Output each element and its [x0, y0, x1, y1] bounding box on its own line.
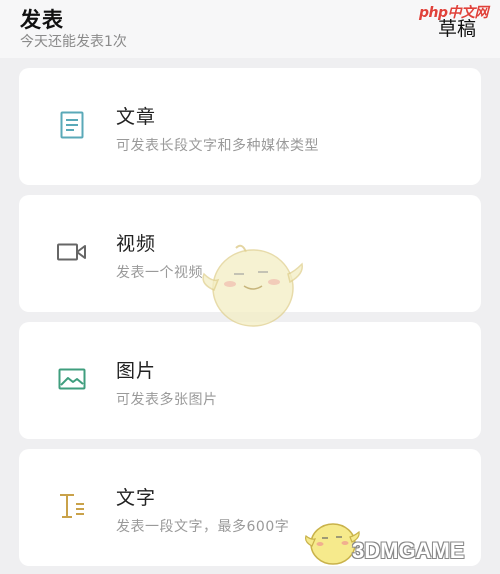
article-option-card[interactable]: 文章 可发表长段文字和多种媒体类型: [19, 68, 481, 185]
video-option-title: 视频: [116, 233, 157, 255]
image-option-card[interactable]: 图片 可发表多张图片: [19, 322, 481, 439]
php-watermark: php中文网: [419, 5, 489, 21]
remaining-count-text: 今天还能发表1次: [20, 34, 127, 50]
image-option-desc: 可发表多张图片: [116, 392, 218, 408]
video-option-card[interactable]: 视频 发表一个视频: [19, 195, 481, 312]
text-icon: [57, 489, 87, 523]
document-icon: [57, 108, 87, 142]
header-bar: 发表 今天还能发表1次 草稿 php中文网: [0, 0, 500, 58]
page-title: 发表: [20, 8, 64, 32]
3dmgame-watermark: 3DMGAME: [352, 538, 465, 563]
image-option-title: 图片: [116, 360, 157, 382]
text-option-desc: 发表一段文字，最多600字: [116, 519, 290, 535]
text-option-title: 文字: [116, 487, 157, 509]
article-option-title: 文章: [116, 106, 157, 128]
video-camera-icon: [57, 235, 87, 269]
article-option-desc: 可发表长段文字和多种媒体类型: [116, 138, 319, 154]
image-icon: [57, 362, 87, 396]
video-option-desc: 发表一个视频: [116, 265, 203, 281]
